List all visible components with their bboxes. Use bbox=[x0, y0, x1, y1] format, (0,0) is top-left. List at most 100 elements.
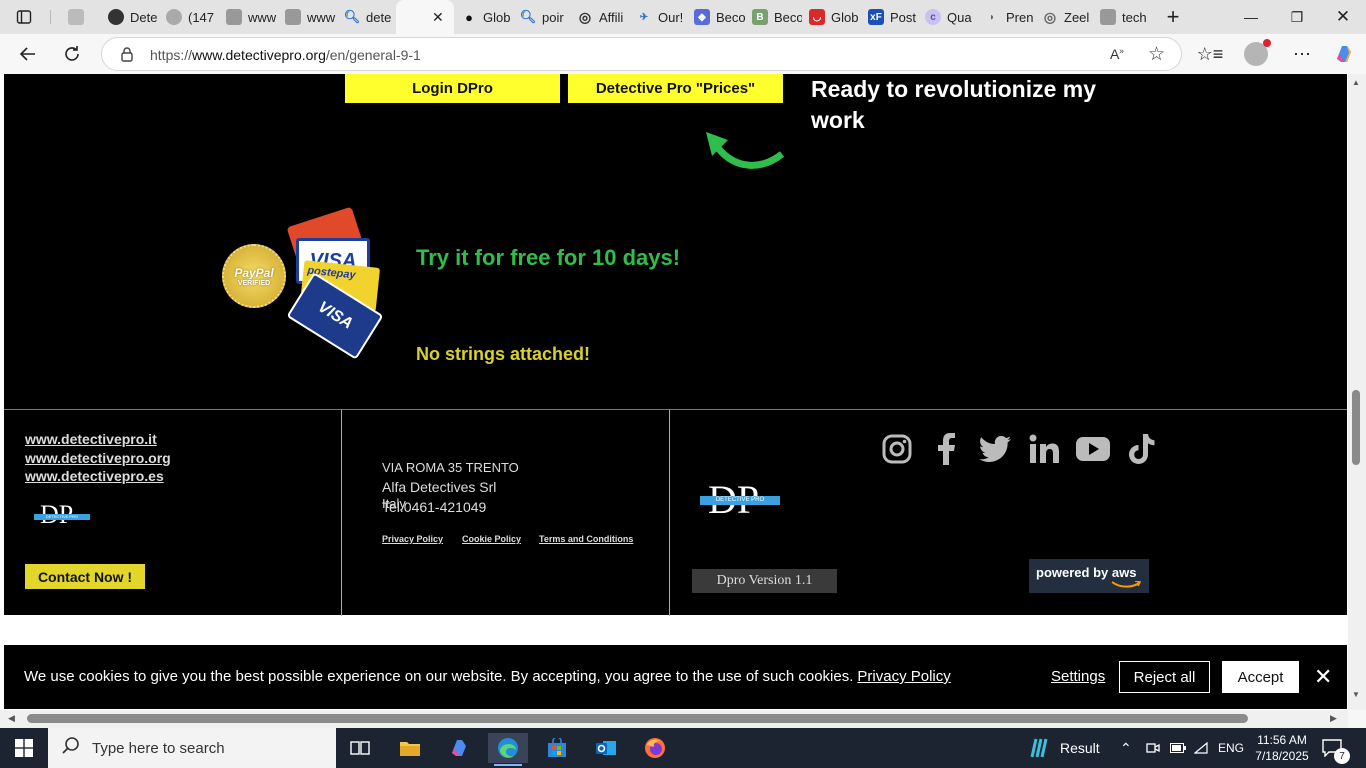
scroll-left-arrow-icon[interactable]: ◀ bbox=[8, 713, 15, 724]
tab-13[interactable]: xF Post bbox=[862, 4, 918, 30]
outlook-icon[interactable] bbox=[586, 733, 626, 763]
language-indicator[interactable]: ENG bbox=[1218, 728, 1244, 768]
wifi-icon[interactable] bbox=[1194, 728, 1208, 768]
tab-15[interactable]: ◗ Pren bbox=[978, 4, 1036, 30]
link-detectivepro-it[interactable]: www.detectivepro.it bbox=[25, 431, 157, 447]
tab-3[interactable]: www bbox=[279, 4, 337, 30]
dp-logo-large: DP DETECTIVE PRO bbox=[700, 480, 780, 520]
microsoft-store-icon[interactable] bbox=[537, 733, 577, 763]
tab-0[interactable]: Dete bbox=[102, 4, 158, 30]
horizontal-scroll-thumb[interactable] bbox=[27, 714, 1248, 723]
more-menu-icon[interactable]: ⋯ bbox=[1286, 38, 1318, 70]
favorite-star-icon[interactable]: ☆ bbox=[1148, 43, 1165, 66]
start-button[interactable] bbox=[4, 733, 44, 763]
terms-conditions-link[interactable]: Terms and Conditions bbox=[539, 534, 633, 544]
instagram-icon[interactable] bbox=[880, 432, 914, 466]
tab-blank-1[interactable] bbox=[62, 4, 102, 30]
profile-avatar[interactable] bbox=[1240, 38, 1272, 70]
tab-7[interactable]: 🔍︎ poir bbox=[514, 4, 570, 30]
tab-active[interactable]: ✕ bbox=[396, 0, 454, 34]
tab-16[interactable]: ◎ Zeel bbox=[1036, 4, 1094, 30]
contact-now-button[interactable]: Contact Now ! bbox=[25, 564, 145, 589]
clock[interactable]: 11:56 AM 7/18/2025 bbox=[1254, 728, 1310, 768]
favorites-icon[interactable]: ☆≡ bbox=[1194, 38, 1226, 70]
tab-17[interactable]: tech bbox=[1094, 4, 1150, 30]
search-icon bbox=[62, 736, 80, 760]
tab-2[interactable]: www bbox=[220, 4, 278, 30]
dp-logo-small: DP DETECTIVE PRO bbox=[34, 502, 90, 528]
tab-8[interactable]: ◎ Affili bbox=[571, 4, 629, 30]
close-icon[interactable]: ✕ bbox=[1314, 664, 1332, 690]
file-explorer-icon[interactable] bbox=[390, 733, 430, 763]
search-icon: 🔍︎ bbox=[343, 9, 361, 24]
community-icon: ● bbox=[465, 9, 473, 25]
xf-icon: xF bbox=[868, 9, 884, 25]
maximize-button[interactable]: ❐ bbox=[1274, 0, 1320, 34]
cookie-settings-link[interactable]: Settings bbox=[1051, 668, 1105, 685]
edge-browser-icon[interactable] bbox=[488, 733, 528, 766]
lock-icon[interactable] bbox=[120, 46, 134, 67]
vertical-scrollbar[interactable]: ▲ ▼ bbox=[1348, 74, 1366, 710]
cookie-privacy-link[interactable]: Privacy Policy bbox=[857, 668, 950, 685]
no-strings-text: No strings attached! bbox=[416, 344, 591, 364]
vertical-scroll-thumb[interactable] bbox=[1352, 390, 1360, 465]
read-aloud-icon[interactable]: A» bbox=[1110, 46, 1124, 62]
scroll-up-arrow-icon[interactable]: ▲ bbox=[1352, 78, 1360, 87]
login-button[interactable]: Login DPro bbox=[345, 74, 560, 103]
privacy-policy-link[interactable]: Privacy Policy bbox=[382, 534, 443, 544]
address-bar[interactable]: https://www.detectivepro.org/en/general-… bbox=[101, 37, 1182, 71]
copilot-app-icon[interactable] bbox=[439, 733, 479, 763]
tab-6[interactable]: ● Glob bbox=[455, 4, 513, 30]
linkedin-icon[interactable] bbox=[1027, 432, 1061, 466]
scroll-right-arrow-icon[interactable]: ▶ bbox=[1330, 713, 1337, 724]
page-icon bbox=[1100, 9, 1116, 25]
reject-all-button[interactable]: Reject all bbox=[1119, 661, 1210, 693]
tab-10[interactable]: ◆ Beco bbox=[688, 4, 746, 30]
accept-button[interactable]: Accept bbox=[1222, 661, 1299, 693]
tab-4[interactable]: 🔍︎ dete bbox=[338, 4, 396, 30]
tab-12[interactable]: ◡ Glob bbox=[803, 4, 861, 30]
tab-14[interactable]: c Qua bbox=[919, 4, 977, 30]
link-detectivepro-org[interactable]: www.detectivepro.org bbox=[25, 450, 171, 466]
task-view-icon[interactable] bbox=[340, 733, 380, 763]
site-icon bbox=[108, 9, 124, 25]
prices-button[interactable]: Detective Pro "Prices" bbox=[568, 74, 783, 103]
chevron-up-icon[interactable]: ⌃ bbox=[1120, 728, 1132, 768]
twitter-icon[interactable] bbox=[978, 432, 1012, 466]
facebook-icon[interactable] bbox=[929, 432, 963, 466]
youtube-icon[interactable] bbox=[1076, 432, 1110, 466]
powered-by-aws-badge: powered by aws bbox=[1029, 559, 1149, 593]
url-text[interactable]: https://www.detectivepro.org/en/general-… bbox=[150, 47, 421, 63]
tab-11[interactable]: B Beco bbox=[746, 4, 802, 30]
tab-9[interactable]: ✈ Our! bbox=[630, 4, 688, 30]
rain-icon bbox=[1030, 738, 1048, 758]
firefox-icon[interactable] bbox=[635, 733, 675, 763]
scroll-down-arrow-icon[interactable]: ▼ bbox=[1352, 690, 1360, 699]
refresh-button[interactable] bbox=[56, 38, 88, 70]
meet-now-icon[interactable] bbox=[1146, 728, 1160, 768]
copilot-icon[interactable] bbox=[1328, 38, 1360, 70]
horizontal-scrollbar[interactable]: ◀ ▶ bbox=[0, 710, 1348, 728]
back-button[interactable] bbox=[12, 38, 44, 70]
close-window-button[interactable]: ✕ bbox=[1320, 0, 1366, 34]
tab-actions-icon[interactable] bbox=[8, 1, 40, 33]
page-icon bbox=[285, 9, 301, 25]
free-trial-heading: Try it for free for 10 days! bbox=[416, 245, 681, 270]
new-tab-button[interactable]: + bbox=[1150, 0, 1196, 34]
tiktok-icon[interactable] bbox=[1125, 432, 1159, 466]
battery-icon[interactable] bbox=[1170, 728, 1186, 768]
weather-widget[interactable]: Result bbox=[1028, 728, 1100, 768]
notifications-icon[interactable]: 7 bbox=[1322, 728, 1350, 768]
tab-strip: Dete (147 www www 🔍︎ dete ✕ ● Glob 🔍︎ poir … bbox=[0, 0, 1366, 34]
browser-toolbar: https://www.detectivepro.org/en/general-… bbox=[0, 34, 1366, 74]
payment-cards-image: VISA postepay VISA bbox=[286, 206, 396, 360]
version-label: Dpro Version 1.1 bbox=[692, 569, 837, 593]
link-detectivepro-es[interactable]: www.detectivepro.es bbox=[25, 468, 164, 484]
taskbar-search[interactable]: Type here to search bbox=[48, 728, 336, 768]
minimize-button[interactable]: — bbox=[1228, 0, 1274, 34]
shield-icon: ◆ bbox=[694, 9, 710, 25]
cookie-banner: We use cookies to give you the best poss… bbox=[4, 645, 1347, 709]
cookie-policy-link[interactable]: Cookie Policy bbox=[462, 534, 521, 544]
tab-1[interactable]: (147 bbox=[160, 4, 218, 30]
close-tab-icon[interactable]: ✕ bbox=[432, 9, 444, 26]
